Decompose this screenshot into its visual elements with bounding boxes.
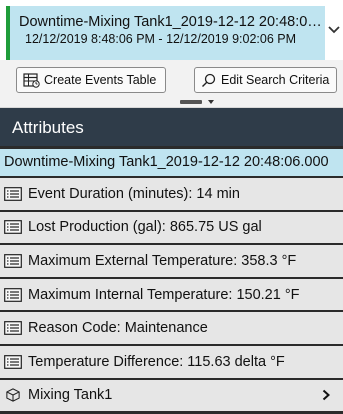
attribute-row[interactable]: Event Duration (minutes): 14 min <box>0 178 343 212</box>
attribute-label: Maximum Internal Temperature: 150.21 °F <box>28 286 300 303</box>
table-icon <box>23 72 40 88</box>
chevron-right-icon[interactable] <box>321 389 331 401</box>
toolbar: Create Events Table Edit Search Criteria <box>0 60 343 108</box>
create-events-table-button[interactable]: Create Events Table <box>16 67 166 93</box>
attribute-label: Reason Code: Maintenance <box>28 320 208 337</box>
attribute-label: Event Duration (minutes): 14 min <box>28 185 240 202</box>
attribute-row[interactable]: Reason Code: Maintenance <box>0 312 343 346</box>
attribute-row[interactable]: Temperature Difference: 115.63 delta °F <box>0 345 343 380</box>
list-icon <box>4 186 22 201</box>
parent-element-label: Mixing Tank1 <box>28 387 113 404</box>
attribute-label: Temperature Difference: 115.63 delta °F <box>28 353 285 370</box>
list-icon <box>4 254 22 268</box>
list-icon <box>4 354 22 369</box>
attribute-label: Lost Production (gal): 865.75 US gal <box>28 219 262 236</box>
chevron-down-icon[interactable] <box>327 22 341 38</box>
edit-search-criteria-label: Edit Search Criteria <box>221 73 330 87</box>
attribute-row[interactable]: Maximum External Temperature: 358.3 °F <box>0 245 343 279</box>
attribute-row[interactable]: Maximum Internal Temperature: 150.21 °F <box>0 278 343 313</box>
pane-splitter-handle[interactable] <box>180 100 202 104</box>
event-header[interactable]: Downtime-Mixing Tank1_2019-12-12 20:48:0… <box>6 6 325 60</box>
list-icon <box>4 220 22 235</box>
event-time-range: 12/12/2019 8:48:06 PM - 12/12/2019 9:02:… <box>25 32 297 46</box>
list-icon <box>4 287 22 302</box>
attributes-panel: Attributes Downtime-Mixing Tank1_2019-12… <box>0 108 343 414</box>
splitter-arrow-icon[interactable] <box>208 100 214 104</box>
search-icon <box>202 73 216 87</box>
list-icon <box>4 321 22 336</box>
attribute-row[interactable]: Lost Production (gal): 865.75 US gal <box>0 211 343 246</box>
edit-search-criteria-button[interactable]: Edit Search Criteria <box>194 67 337 93</box>
attributes-title: Attributes <box>0 108 343 146</box>
event-title: Downtime-Mixing Tank1_2019-12-12 20:48:0… <box>19 14 325 30</box>
attribute-list: Event Duration (minutes): 14 min Lost Pr… <box>0 178 343 414</box>
parent-element-row[interactable]: Mixing Tank1 <box>0 379 343 414</box>
create-events-table-label: Create Events Table <box>44 73 157 87</box>
selected-event-row[interactable]: Downtime-Mixing Tank1_2019-12-12 20:48:0… <box>0 149 343 176</box>
attribute-label: Maximum External Temperature: 358.3 °F <box>28 252 297 269</box>
cube-icon <box>6 388 20 403</box>
